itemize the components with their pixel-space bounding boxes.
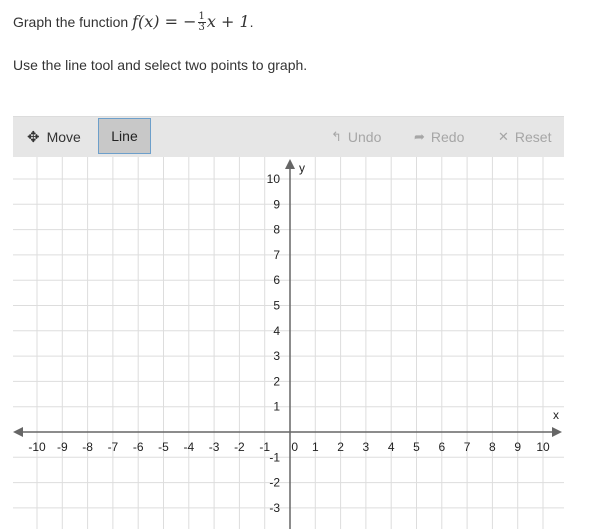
prompt-period: . (249, 14, 254, 30)
prompt-lead: Graph the function (13, 14, 133, 30)
x-tick-label: -6 (133, 440, 144, 454)
close-x-icon: ✕ (498, 129, 509, 144)
coordinate-plane[interactable]: x y -10 -9 -8 -7 -6 -5 -4 -3 -2 -1 1 2 3 4 5 6 7 8 9 10 10 9 8 7 6… (13, 157, 564, 529)
y-axis-arrow-up (285, 159, 295, 169)
x-tick-label: -10 (28, 440, 46, 454)
y-tick-label: 3 (273, 349, 280, 363)
undo-button[interactable]: ↰ Undo (331, 117, 381, 157)
function-rest: x + 1 (206, 12, 250, 31)
x-axis-arrow-left (13, 427, 23, 437)
y-tick-label: 1 (273, 400, 280, 414)
x-tick-label: 4 (388, 440, 395, 454)
fraction: 13 (197, 12, 206, 33)
y-tick-label: 9 (273, 197, 280, 211)
x-tick-label: -5 (158, 440, 169, 454)
y-tick-label: 4 (273, 324, 280, 338)
x-tick-label: 9 (514, 440, 521, 454)
x-axis-label: x (553, 408, 559, 422)
reset-button[interactable]: ✕ Reset (498, 117, 551, 157)
undo-arrow-icon: ↰ (331, 129, 342, 144)
x-axis-arrow-right (552, 427, 562, 437)
axes (13, 159, 562, 529)
y-tick-label: -2 (269, 476, 280, 490)
line-tool-button[interactable]: Line (98, 118, 151, 154)
x-tick-label: 7 (464, 440, 471, 454)
x-tick-label: -2 (234, 440, 245, 454)
x-tick-label: -3 (209, 440, 220, 454)
y-axis-label: y (299, 161, 305, 175)
move-arrows-icon: ✥ (27, 129, 40, 146)
x-tick-label: 3 (363, 440, 370, 454)
y-tick-label: 6 (273, 273, 280, 287)
origin-label: 0 (291, 440, 298, 454)
tick-labels: xy-10 -9 -8 -7 -6 -5 -4 -3 -2 -1 1 2 3 4 5 6 7 8 9 10109876… (28, 161, 559, 515)
graph-canvas[interactable]: xy-10 -9 -8 -7 -6 -5 -4 -3 -2 -1 1 2 3 4 5 6 7 8 9 10109876… (13, 157, 564, 529)
x-tick-label: -8 (82, 440, 93, 454)
y-tick-label: -1 (269, 450, 280, 464)
y-tick-label: 8 (273, 223, 280, 237)
redo-arrow-icon: ➦ (414, 129, 425, 144)
redo-label: Redo (430, 129, 465, 145)
x-tick-label: 2 (337, 440, 344, 454)
function-expression: f(x) = −1 3 x + 1 (132, 12, 250, 33)
fraction-denominator: 3 (198, 22, 205, 33)
y-tick-label: 5 (273, 299, 280, 313)
y-tick-label: 2 (273, 374, 280, 388)
move-tool-button[interactable]: ✥ Move (27, 117, 81, 157)
question-prompt: Graph the function f(x) = −1 3 x + 1. (13, 12, 254, 33)
y-tick-label: 7 (273, 248, 280, 262)
undo-label: Undo (347, 129, 382, 145)
x-tick-label: -9 (57, 440, 68, 454)
y-tick-label: 10 (267, 172, 281, 186)
x-tick-label: 5 (413, 440, 420, 454)
x-tick-label: 1 (312, 440, 319, 454)
equals-sign: = − (159, 12, 197, 31)
instruction-text: Use the line tool and select two points … (13, 57, 308, 73)
reset-label: Reset (514, 129, 552, 145)
x-tick-label: 6 (438, 440, 445, 454)
line-tool-label: Line (111, 128, 138, 144)
y-tick-label: -3 (269, 501, 280, 515)
x-tick-label: 8 (489, 440, 496, 454)
function-name: f(x) (132, 12, 160, 31)
x-tick-label: -4 (183, 440, 194, 454)
x-tick-label: 10 (536, 440, 550, 454)
move-tool-label: Move (46, 129, 81, 145)
grid-lines (13, 157, 564, 529)
redo-button[interactable]: ➦ Redo (414, 117, 464, 157)
x-tick-label: -7 (108, 440, 119, 454)
graph-toolbar: ✥ Move Line ↰ Undo ➦ Redo ✕ Reset (13, 116, 564, 157)
